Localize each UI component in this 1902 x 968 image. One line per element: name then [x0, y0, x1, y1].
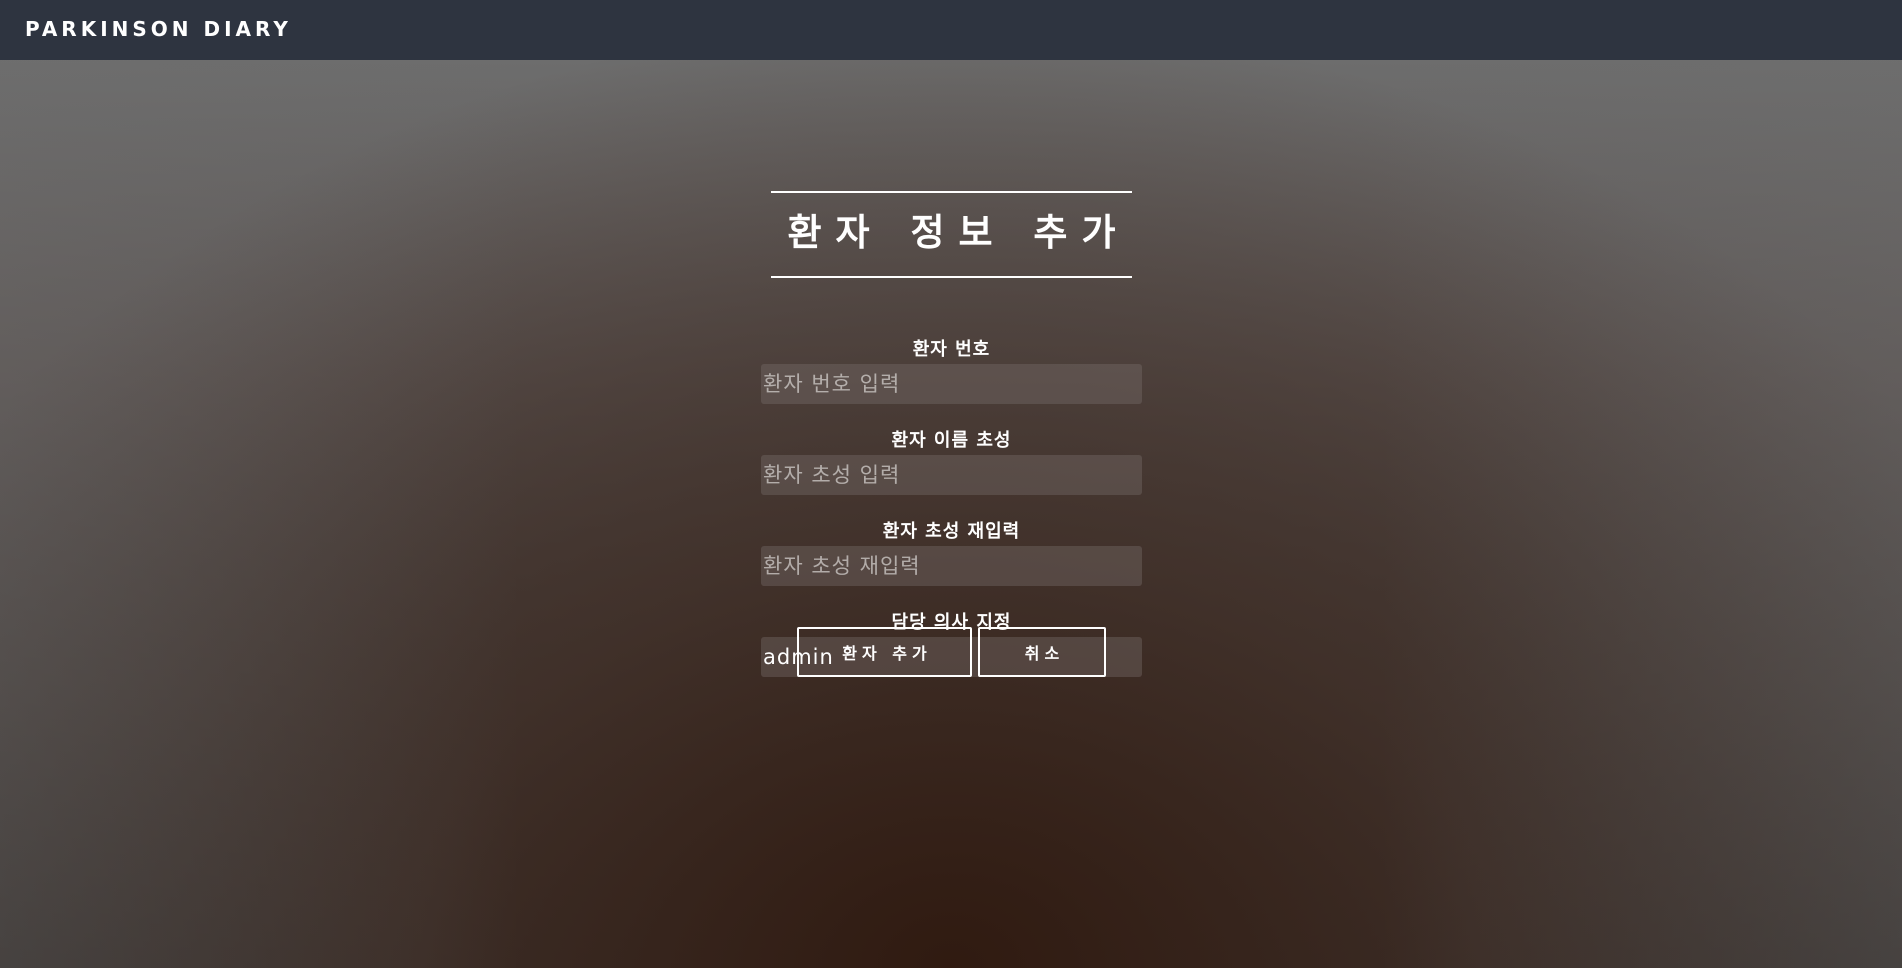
- title-divider-top: [771, 191, 1132, 193]
- top-navbar: PARKINSON DIARY: [0, 0, 1902, 60]
- background-vignette-left: [0, 60, 520, 968]
- cancel-button[interactable]: 취소: [978, 627, 1106, 677]
- page-title: 환자 정보 추가: [787, 211, 1130, 254]
- patient-initials-confirm-input[interactable]: [761, 546, 1142, 586]
- patient-initials-label: 환자 이름 초성: [891, 430, 1012, 451]
- brand-logo-text[interactable]: PARKINSON DIARY: [25, 17, 292, 41]
- main-content: 환자 정보 추가 환자 번호 환자 이름 초성 환자 초성 재입력 담당 의사 …: [0, 60, 1902, 968]
- background-vignette-right: [1382, 60, 1902, 968]
- patient-number-input[interactable]: [761, 364, 1142, 404]
- patient-number-label: 환자 번호: [912, 339, 991, 360]
- patient-initials-confirm-label: 환자 초성 재입력: [882, 521, 1021, 542]
- add-patient-button[interactable]: 환자 추가: [797, 627, 972, 677]
- title-divider-bottom: [771, 276, 1132, 278]
- patient-initials-input[interactable]: [761, 455, 1142, 495]
